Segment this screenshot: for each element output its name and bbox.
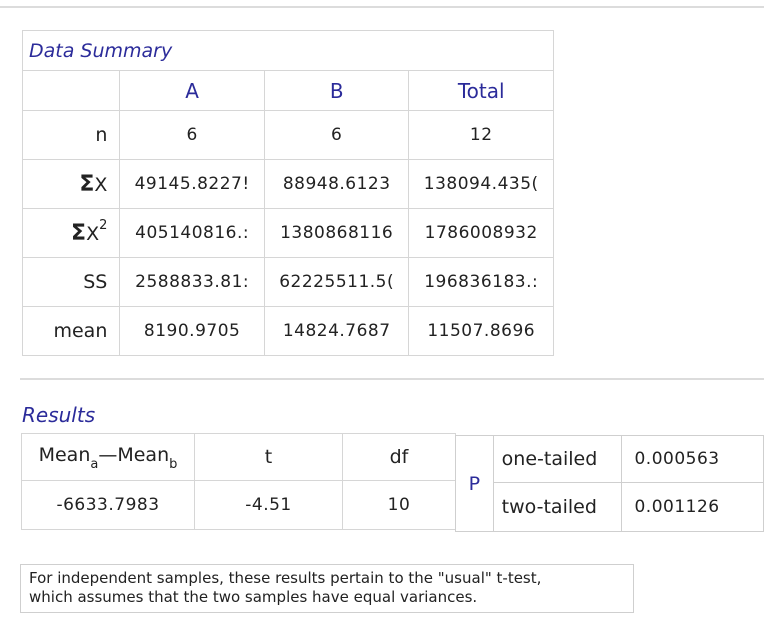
cell-sumx2-a: 405140816.: (119, 208, 265, 258)
one-tailed-value: 0.000563 (621, 435, 764, 483)
value-t: -4.51 (194, 480, 343, 530)
cell-n-b: 6 (263, 110, 410, 160)
header-df: df (342, 433, 456, 481)
note-line-2: which assumes that the two samples have … (29, 588, 478, 606)
row-sum-x2: ΣX2 405140816.: 1380868116 1786008932 (21, 208, 554, 258)
row-ss: SS 2588833.81: 62225511.5( 196836183.: (21, 257, 554, 307)
p-label: P (455, 435, 494, 532)
t-test-note: For independent samples, these results p… (20, 564, 634, 613)
one-tailed-label: one-tailed (492, 435, 623, 483)
column-header-a: A (119, 70, 265, 111)
row-label-n: n (21, 110, 121, 160)
cell-mean-b: 14824.7687 (263, 306, 410, 356)
cell-ss-total: 196836183.: (408, 257, 554, 307)
value-df: 10 (342, 480, 456, 530)
row-label-mean: mean (21, 306, 121, 356)
mean-b-label: Mean (117, 444, 170, 467)
superscript-2: 2 (99, 218, 108, 234)
cell-sumx-total: 138094.435( (408, 159, 554, 209)
variable-x: X (94, 173, 108, 196)
row-mean: mean 8190.9705 14824.7687 11507.8696 (21, 306, 554, 356)
two-tailed-label: two-tailed (492, 482, 623, 532)
value-mean-difference: -6633.7983 (21, 480, 195, 530)
cell-n-a: 6 (119, 110, 265, 160)
p-value-table: P one-tailed 0.000563 two-tailed 0.00112… (455, 435, 764, 532)
cell-sumx2-b: 1380868116 (263, 208, 410, 258)
top-divider (0, 6, 764, 8)
row-sum-x: ΣX 49145.8227! 88948.6123 138094.435( (21, 159, 554, 209)
variable-x: X (86, 222, 100, 245)
row-label-ss: SS (21, 257, 121, 307)
header-mean-difference: Meana—Meanb (21, 433, 195, 481)
results-table: Meana—Meanb t df -6633.7983 -4.51 10 (21, 433, 456, 530)
sigma-symbol: Σ (71, 220, 87, 246)
cell-mean-total: 11507.8696 (408, 306, 554, 356)
two-tailed-value: 0.001126 (621, 482, 764, 532)
cell-ss-b: 62225511.5( (263, 257, 410, 307)
data-summary-table: Data Summary A B Total n 6 6 12 ΣX 49145… (21, 30, 554, 356)
cell-sumx-b: 88948.6123 (263, 159, 410, 209)
sigma-symbol: Σ (79, 171, 95, 197)
column-header-total: Total (408, 70, 554, 111)
mean-a-subscript: a (90, 456, 99, 472)
cell-sumx-a: 49145.8227! (119, 159, 265, 209)
header-t: t (194, 433, 343, 481)
row-n: n 6 6 12 (21, 110, 554, 160)
note-line-1: For independent samples, these results p… (29, 569, 542, 587)
results-title: Results (22, 403, 96, 427)
section-divider (20, 378, 764, 380)
cell-sumx2-total: 1786008932 (408, 208, 554, 258)
cell-n-total: 12 (408, 110, 554, 160)
column-header-b: B (263, 70, 410, 111)
cell-mean-a: 8190.9705 (119, 306, 265, 356)
mean-a-label: Mean (38, 444, 91, 467)
minus-sign: — (98, 444, 118, 467)
data-summary-title: Data Summary (22, 30, 554, 71)
mean-b-subscript: b (169, 456, 178, 472)
cell-ss-a: 2588833.81: (119, 257, 265, 307)
corner-cell (21, 70, 121, 111)
row-label-sum-x2: ΣX2 (21, 208, 121, 258)
row-label-sum-x: ΣX (21, 159, 121, 209)
